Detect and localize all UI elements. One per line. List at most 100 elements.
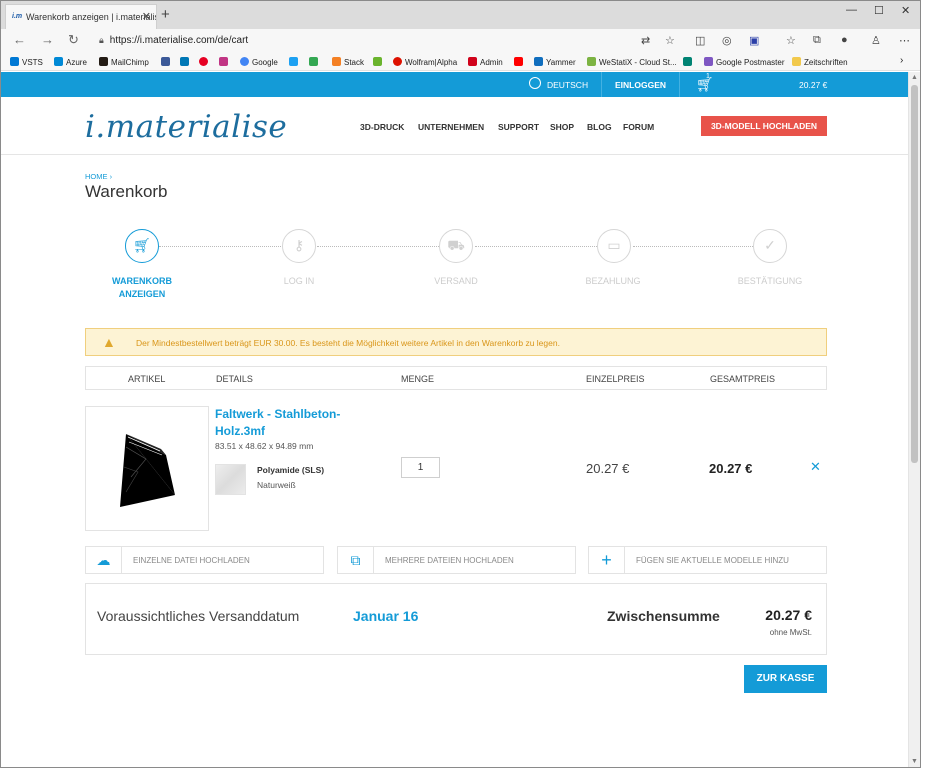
quantity-input[interactable]: 1	[401, 457, 440, 478]
extension-icon[interactable]: ◎	[722, 34, 732, 47]
favorite-google[interactable]: Google	[240, 57, 278, 67]
extension-icon[interactable]: ▣	[749, 34, 759, 47]
nav-forum[interactable]: FORUM	[623, 122, 654, 132]
maximize-icon[interactable]: ☐	[874, 4, 884, 17]
nav-support[interactable]: SUPPORT	[498, 122, 539, 132]
step-connector	[475, 246, 597, 247]
pinterest-icon	[199, 57, 208, 66]
top-utility-bar: DEUTSCH EINLOGGEN 🛒︎ 1 20.27 €	[1, 72, 909, 97]
step-shipping: ⛟	[439, 229, 473, 263]
remove-item-icon[interactable]: ✕	[810, 459, 821, 475]
favorite-label: Google Postmaster	[716, 58, 785, 67]
new-tab-icon[interactable]: +	[161, 6, 170, 23]
favorite-linkedin[interactable]	[180, 57, 192, 67]
upload-multiple-label: MEHRERE DATEIEN HOCHLADEN	[385, 556, 514, 565]
site-logo[interactable]: i.materialise	[85, 109, 287, 145]
model-preview-image	[120, 434, 175, 507]
close-tab-icon[interactable]: ✕	[142, 10, 151, 23]
divider	[601, 72, 602, 97]
scrollbar-thumb[interactable]	[911, 85, 918, 463]
forward-icon[interactable]: →	[41, 32, 54, 47]
favorite-admin[interactable]: Admin	[468, 57, 503, 67]
translate-icon[interactable]: ⇄	[641, 34, 650, 47]
favorite-zeitschriften[interactable]: Zeitschriften	[792, 57, 848, 67]
favorite-youtube[interactable]	[514, 57, 526, 67]
window-close-icon[interactable]: ✕	[901, 4, 910, 17]
header-total-price: GESAMTPREIS	[710, 374, 776, 384]
profile-avatar[interactable]: ●	[841, 34, 848, 46]
step-connector	[159, 246, 281, 247]
item-name-link[interactable]: Faltwerk - Stahlbeton-Holz.3mf	[215, 406, 365, 440]
extension-icon[interactable]: ◫	[695, 34, 705, 47]
favorite-wolfram[interactable]: Wolfram|Alpha	[393, 57, 457, 67]
credit-card-icon: ▭	[607, 237, 621, 253]
favorite-xing[interactable]	[373, 57, 385, 67]
nav-shop[interactable]: SHOP	[550, 122, 574, 132]
header-quantity: MENGE	[401, 374, 435, 384]
nav-3d-druck[interactable]: 3D-DRUCK	[360, 122, 404, 132]
login-link[interactable]: EINLOGGEN	[615, 80, 666, 90]
favorite-stack[interactable]: Stack	[332, 57, 364, 67]
cloud-upload-icon: ☁	[86, 547, 122, 573]
material-swatch	[215, 464, 246, 495]
favorite-label: Zeitschriften	[804, 58, 848, 67]
favorite-drive[interactable]	[309, 57, 321, 67]
tab-title: Warenkorb anzeigen | i.materialise	[26, 12, 157, 22]
step-login: ⚷	[282, 229, 316, 263]
twitter-icon	[289, 57, 298, 66]
favorite-label: Admin	[480, 58, 503, 67]
material-name: Polyamide (SLS)	[257, 465, 325, 475]
truck-icon: ⛟	[447, 237, 465, 253]
favorite-westatix[interactable]: WeStatiX - Cloud St...	[587, 57, 677, 67]
cart-table-header: ARTIKEL DETAILS MENGE EINZELPREIS GESAMT…	[85, 366, 827, 390]
page-scrollbar[interactable]: ▲ ▼	[908, 72, 920, 767]
minimize-icon[interactable]: —	[846, 4, 857, 16]
favorite-star-icon[interactable]: ☆	[665, 34, 675, 47]
scroll-up-icon[interactable]: ▲	[911, 74, 918, 81]
bookmark-icon	[534, 57, 543, 66]
step-payment-label: BEZAHLUNG	[585, 276, 641, 286]
favorite-instagram[interactable]	[219, 57, 231, 67]
checkout-button[interactable]: ZUR KASSE	[744, 665, 827, 693]
collections-icon[interactable]: ⧉	[813, 34, 821, 47]
favorite-vsts[interactable]: VSTS	[10, 57, 43, 67]
favorite-label: Stack	[344, 58, 365, 67]
upload-multiple-files-button[interactable]: ⧉ MEHRERE DATEIEN HOCHLADEN	[337, 546, 576, 574]
nav-unternehmen[interactable]: UNTERNEHMEN	[418, 122, 484, 132]
add-recent-models-button[interactable]: + FÜGEN SIE AKTUELLE MODELLE HINZU	[588, 546, 827, 574]
upload-model-button[interactable]: 3D-MODELL HOCHLADEN	[701, 116, 827, 136]
cart-icon: 🛒︎	[133, 237, 151, 253]
breadcrumb[interactable]: HOME ›	[85, 172, 112, 181]
favorite-label: Google	[252, 58, 278, 67]
favorites-overflow-icon[interactable]: ›	[900, 55, 903, 66]
bookmark-icon	[54, 57, 63, 66]
url-field[interactable]: 🔒︎ https://i.materialise.com/de/cart	[99, 35, 248, 46]
more-menu-icon[interactable]: ⋯	[899, 34, 910, 47]
item-thumbnail[interactable]	[85, 406, 209, 531]
favorites-icon[interactable]: ☆	[786, 34, 796, 47]
favorite-mailchimp[interactable]: MailChimp	[99, 57, 149, 67]
header-unit-price: EINZELPREIS	[586, 374, 645, 384]
subtotal-note: ohne MwSt.	[769, 628, 812, 637]
back-icon[interactable]: ←	[13, 32, 26, 47]
favorite-facebook[interactable]	[161, 57, 173, 67]
favorite-azure[interactable]: Azure	[54, 57, 87, 67]
feedback-icon[interactable]: ♙	[871, 34, 881, 47]
favorite-pinterest[interactable]	[199, 57, 211, 67]
nav-blog[interactable]: BLOG	[587, 122, 612, 132]
refresh-icon[interactable]: ↻	[68, 32, 79, 48]
cart-total[interactable]: 20.27 €	[799, 80, 827, 90]
favorite-postmaster[interactable]: Google Postmaster	[704, 57, 784, 67]
url-text: https://i.materialise.com/de/cart	[109, 35, 249, 46]
favorite-yammer[interactable]: Yammer	[534, 57, 576, 67]
favorite-bing[interactable]	[683, 57, 695, 67]
page-title: Warenkorb	[85, 182, 168, 201]
favorite-twitter[interactable]	[289, 57, 301, 67]
copy-icon: ⧉	[338, 547, 374, 573]
shipping-date-value[interactable]: Januar 16	[353, 608, 418, 624]
language-selector[interactable]: DEUTSCH	[547, 80, 588, 90]
cart-icon[interactable]: 🛒︎	[696, 76, 714, 93]
scroll-down-icon[interactable]: ▼	[911, 758, 918, 765]
browser-tab[interactable]: i.m Warenkorb anzeigen | i.materialise ✕	[5, 4, 157, 29]
upload-single-file-button[interactable]: ☁ EINZELNE DATEI HOCHLADEN	[85, 546, 324, 574]
